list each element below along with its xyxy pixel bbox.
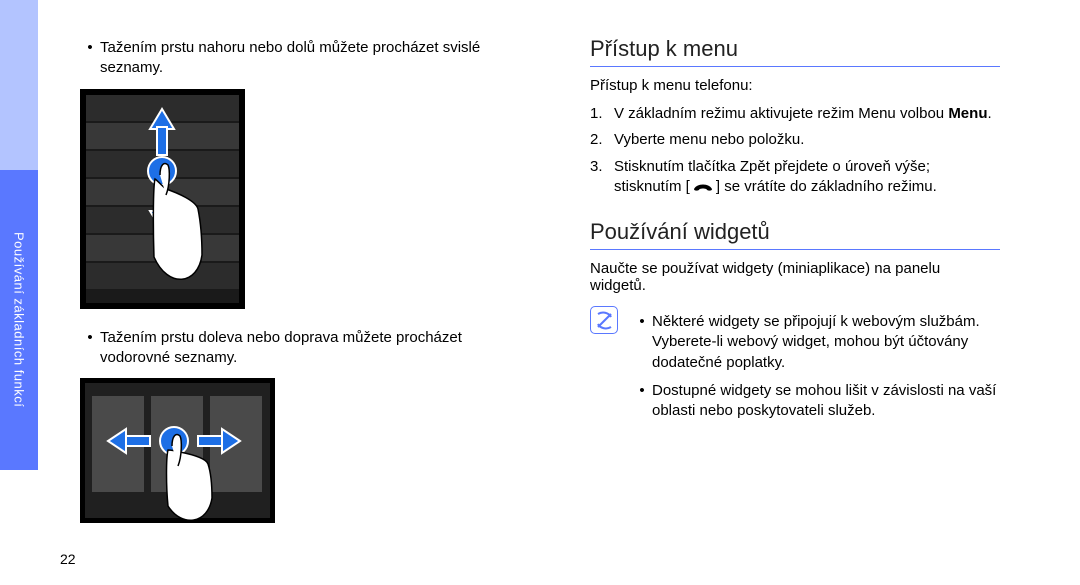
access-menu-steps: 1. V základním režimu aktivujete režim M…: [590, 104, 1000, 197]
note-item-2: • Dostupné widgety se mohou lišit v závi…: [632, 381, 1000, 422]
bullet-vertical-scroll: • Tažením prstu nahoru nebo dolů můžete …: [80, 38, 530, 79]
end-call-icon: [690, 180, 716, 194]
right-column: Přístup k menu Přístup k menu telefonu: …: [550, 0, 1040, 585]
heading-access-menu: Přístup k menu: [590, 36, 1000, 67]
heading-widgets: Používání widgetů: [590, 219, 1000, 250]
figure-vertical-swipe: [80, 89, 530, 314]
page-number: 22: [60, 551, 76, 567]
figure-horizontal-swipe: [80, 378, 530, 528]
left-column: • Tažením prstu nahoru nebo dolů můžete …: [60, 0, 550, 585]
access-menu-intro: Přístup k menu telefonu:: [590, 77, 1000, 94]
note-item-1: • Některé widgety se připojují k webovým…: [632, 312, 1000, 373]
side-tab-label: Používání základních funkcí: [12, 232, 27, 407]
bullet-horizontal-scroll: • Tažením prstu doleva nebo doprava může…: [80, 328, 530, 369]
note-block: • Některé widgety se připojují k webovým…: [590, 304, 1000, 429]
note-icon: [590, 306, 618, 334]
side-tab-light: [0, 0, 38, 170]
side-tab-main: Používání základních funkcí: [0, 170, 38, 470]
widgets-intro: Naučte se používat widgety (miniaplikace…: [590, 260, 1000, 294]
